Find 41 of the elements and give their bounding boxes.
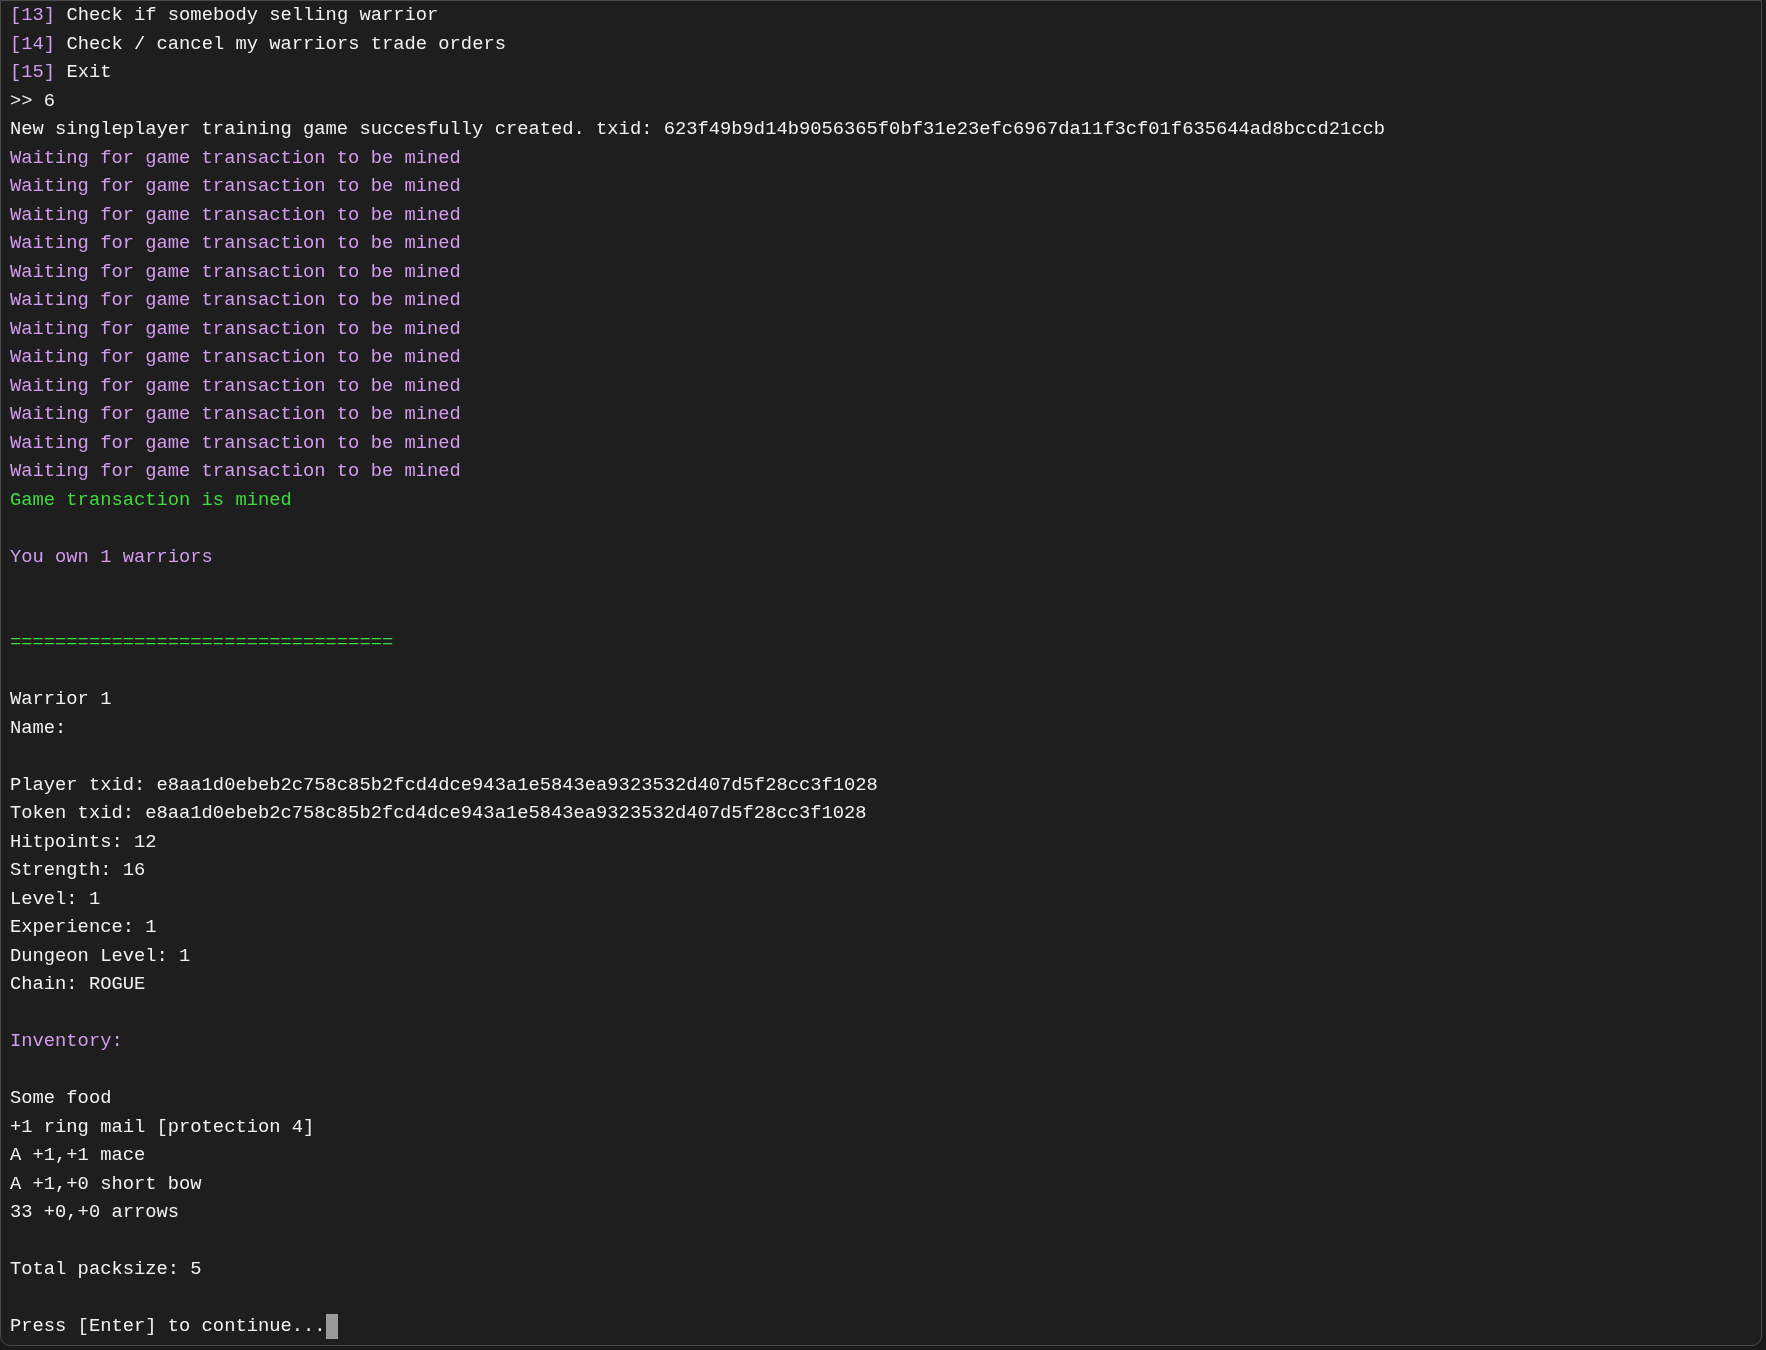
output-line: Player txid: e8aa1d0ebeb2c758c85b2fcd4dce943a1e5843ea9323532d407d5f28cc3f1028: [10, 772, 878, 798]
output-line: Waiting for game transaction to be mined: [10, 430, 461, 456]
output-line: Waiting for game transaction to be mined: [10, 288, 461, 313]
output-line: Level: 1: [10, 886, 101, 912]
output-line: Some food: [10, 1086, 112, 1111]
output-line: Warrior 1: [10, 687, 112, 712]
output-line: Chain: ROGUE: [10, 972, 146, 997]
output-line: Experience: 1: [10, 915, 157, 940]
output-line: Waiting for game transaction to be mined: [10, 202, 461, 228]
output-line: Game transaction is mined: [10, 487, 292, 513]
output-line: Waiting for game transaction to be mined: [10, 402, 461, 427]
output-line: Dungeon Level: 1: [10, 943, 191, 969]
output-line: >> 6: [10, 88, 56, 114]
output-line: New singleplayer training game succesfully created. txid: 623f49b9d14b9056365f0bf31e23efc6967da11f3cf01f635644ad8bccd21ccb: [10, 117, 1385, 142]
output-line: Waiting for game transaction to be mined: [10, 259, 461, 285]
menu-option: Exit: [66, 58, 112, 87]
output-line: ==================================: [10, 630, 394, 655]
menu-number: [13]: [10, 3, 56, 28]
menu-option: Check / cancel my warriors trade orders: [66, 29, 506, 58]
output-line: You own 1 warriors: [10, 544, 213, 570]
output-line: A +1,+0 short bow: [10, 1171, 202, 1197]
output-line: 33 +0,+0 arrows: [10, 1200, 180, 1225]
output-line: Press [Enter] to continue...: [10, 1314, 326, 1339]
output-line: Total packsize: 5: [10, 1257, 202, 1282]
output-line: A +1,+1 mace: [10, 1143, 146, 1168]
output-line: Waiting for game transaction to be mined: [10, 373, 461, 399]
menu-number: [14]: [10, 31, 56, 57]
output-line: +1 ring mail [protection 4]: [10, 1114, 315, 1140]
output-line: Waiting for game transaction to be mined: [10, 231, 461, 256]
output-line: Waiting for game transaction to be mined: [10, 316, 461, 342]
output-line: Waiting for game transaction to be mined: [10, 174, 461, 199]
output-line: Waiting for game transaction to be mined: [10, 459, 461, 484]
menu-option: Check if somebody selling warrior: [66, 1, 439, 30]
menu-number: [15]: [10, 60, 56, 85]
output-line: Inventory:: [10, 1029, 123, 1054]
output-line: Strength: 16: [10, 858, 146, 883]
output-line: Waiting for game transaction to be mined: [10, 345, 461, 370]
output-line: Waiting for game transaction to be mined: [10, 145, 461, 171]
output-line: Name:: [10, 715, 67, 741]
output-line: Token txid: e8aa1d0ebeb2c758c85b2fcd4dce943a1e5843ea9323532d407d5f28cc3f1028: [10, 801, 867, 826]
output-line: Hitpoints: 12: [10, 829, 157, 855]
